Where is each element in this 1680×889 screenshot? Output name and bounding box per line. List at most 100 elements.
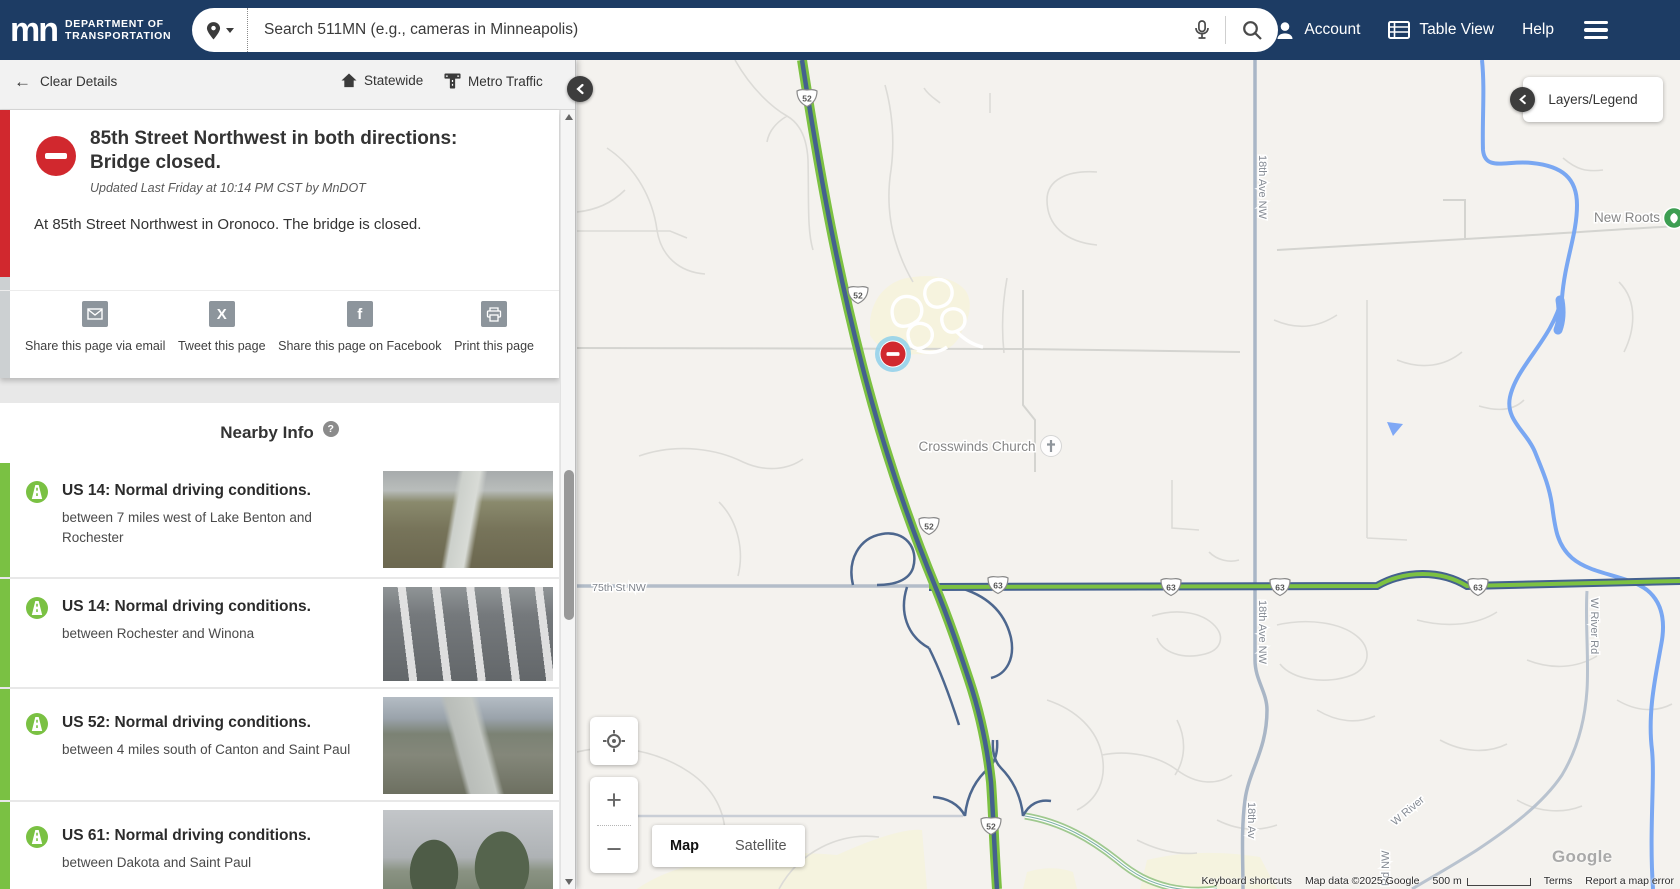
table-view-button[interactable]: Table View <box>1388 21 1494 39</box>
nearby-item-location: between 4 miles south of Canton and Sain… <box>62 740 367 760</box>
nearby-info-title: Nearby Info <box>220 423 314 443</box>
location-type-selector[interactable] <box>192 8 248 52</box>
svg-text:63: 63 <box>993 581 1003 591</box>
table-view-icon <box>1388 21 1410 39</box>
panel-subheader: ← Clear Details Statewide Metro Traffic <box>0 60 575 110</box>
map-type-satellite[interactable]: Satellite <box>717 825 805 867</box>
geolocate-icon <box>602 729 626 753</box>
location-pin-icon <box>206 21 221 40</box>
ave-18-label: 18th Ave NW <box>1256 155 1268 220</box>
zoom-in-button[interactable]: + <box>590 777 638 825</box>
mndot-logo-text: DEPARTMENT OF TRANSPORTATION <box>65 18 171 42</box>
hamburger-menu-icon[interactable] <box>1582 17 1610 44</box>
share-email-button[interactable]: Share this page via email <box>25 301 165 378</box>
nearby-item-location: between Dakota and Saint Paul <box>62 853 367 873</box>
map-canvas[interactable]: 75th St NW 18th Ave NW 18th Ave NW 18th … <box>577 60 1680 889</box>
scale-label: 500 m <box>1433 875 1462 887</box>
layers-collapse-circle[interactable] <box>1510 87 1535 112</box>
map-attribution: Keyboard shortcuts Map data ©2025 Google… <box>1201 875 1674 887</box>
print-page-button[interactable]: Print this page <box>454 301 534 378</box>
microphone-icon <box>1193 20 1211 40</box>
chevron-left-icon <box>1517 94 1528 105</box>
new-roots-label: New Roots <box>1594 210 1660 225</box>
normal-condition-stripe <box>0 579 10 687</box>
section-gap <box>0 378 559 403</box>
my-location-button[interactable] <box>590 717 638 765</box>
normal-condition-stripe <box>0 689 10 800</box>
details-side-panel: ← Clear Details Statewide Metro Traffic … <box>0 60 576 889</box>
zoom-controls: + − <box>590 777 638 873</box>
scrollbar-thumb[interactable] <box>564 470 574 620</box>
scale-bar <box>1467 878 1531 886</box>
map-type-map[interactable]: Map <box>652 825 717 867</box>
incident-detail-card: 85th Street Northwest in both directions… <box>0 110 559 378</box>
account-button[interactable]: Account <box>1275 20 1360 40</box>
search-input[interactable] <box>248 21 1179 39</box>
nearby-item-location: between 7 miles west of Lake Benton and … <box>62 508 367 548</box>
share-tweet-button[interactable]: X Tweet this page <box>178 301 266 378</box>
zoom-out-button[interactable]: − <box>590 826 638 874</box>
statewide-label: Statewide <box>364 73 423 88</box>
panel-scrollbar[interactable] <box>560 110 576 889</box>
mn-logo-mark: mn <box>10 8 57 52</box>
metro-traffic-button[interactable]: Metro Traffic <box>444 73 543 89</box>
incident-description: At 85th Street Northwest in Oronoco. The… <box>34 216 514 233</box>
email-icon <box>82 301 108 327</box>
road-condition-icon <box>26 713 48 735</box>
nearby-item-location: between Rochester and Winona <box>62 624 367 644</box>
svg-text:63: 63 <box>1166 583 1176 593</box>
account-icon <box>1275 20 1295 40</box>
share-facebook-button[interactable]: f Share this page on Facebook <box>278 301 441 378</box>
road-condition-icon <box>26 597 48 619</box>
church-poi-icon[interactable] <box>1041 436 1062 457</box>
metro-traffic-label: Metro Traffic <box>468 74 543 89</box>
camera-thumbnail <box>383 471 553 568</box>
layers-legend-button[interactable]: Layers/Legend <box>1523 77 1663 122</box>
nearby-item-title: US 14: Normal driving conditions. <box>62 482 311 500</box>
navbar-right-menu: Account Table View Help <box>1275 0 1610 60</box>
normal-condition-stripe <box>0 463 10 577</box>
map-type-toggle: Map Satellite <box>652 825 805 867</box>
account-label: Account <box>1304 21 1360 39</box>
incident-updated-timestamp: Updated Last Friday at 10:14 PM CST by M… <box>90 181 366 195</box>
nearby-item-title: US 61: Normal driving conditions. <box>62 827 311 845</box>
scroll-down-arrow[interactable] <box>565 879 573 885</box>
search-bar <box>192 8 1278 52</box>
search-submit-button[interactable] <box>1226 8 1278 52</box>
report-error-link[interactable]: Report a map error <box>1585 875 1674 887</box>
scroll-up-arrow[interactable] <box>565 114 573 120</box>
mndot-logo[interactable]: mn DEPARTMENT OF TRANSPORTATION <box>10 8 171 52</box>
ave-18-label-2: 18th Ave NW <box>1256 600 1268 665</box>
help-button[interactable]: Help <box>1522 21 1554 39</box>
511mn-app: mn DEPARTMENT OF TRANSPORTATION Ac <box>0 0 1680 889</box>
svg-text:52: 52 <box>853 291 863 301</box>
keyboard-shortcuts-link[interactable]: Keyboard shortcuts <box>1201 875 1291 887</box>
terms-link[interactable]: Terms <box>1544 875 1573 887</box>
normal-condition-stripe <box>0 802 10 889</box>
google-watermark[interactable]: Google <box>1552 847 1612 867</box>
svg-text:63: 63 <box>1473 583 1483 593</box>
nearby-item-us14-west[interactable]: US 14: Normal driving conditions. betwee… <box>0 463 559 577</box>
voice-search-button[interactable] <box>1179 8 1225 52</box>
svg-text:63: 63 <box>1275 583 1285 593</box>
nearby-item-us61[interactable]: US 61: Normal driving conditions. betwee… <box>0 802 559 889</box>
map-area: 75th St NW 18th Ave NW 18th Ave NW 18th … <box>577 60 1680 889</box>
table-view-label: Table View <box>1419 21 1494 39</box>
search-icon <box>1242 20 1263 41</box>
new-roots-poi-icon[interactable] <box>1664 208 1680 229</box>
scale-control: 500 m <box>1433 875 1531 887</box>
w-river-rd-label: W River Rd <box>1588 598 1600 654</box>
nearby-item-title: US 52: Normal driving conditions. <box>62 714 311 732</box>
clear-details-button[interactable]: ← Clear Details <box>14 73 117 90</box>
road-condition-icon <box>26 481 48 503</box>
camera-thumbnail <box>383 697 553 794</box>
road-closed-icon <box>36 136 76 176</box>
nearby-help-icon[interactable]: ? <box>323 421 339 437</box>
svg-text:52: 52 <box>924 522 934 532</box>
nearby-item-us52[interactable]: US 52: Normal driving conditions. betwee… <box>0 689 559 800</box>
incident-marker[interactable] <box>875 336 911 372</box>
street-75th-label: 75th St NW <box>592 582 646 594</box>
statewide-button[interactable]: Statewide <box>341 73 423 88</box>
panel-collapse-button[interactable] <box>567 76 593 102</box>
nearby-item-us14-east[interactable]: US 14: Normal driving conditions. betwee… <box>0 579 559 687</box>
